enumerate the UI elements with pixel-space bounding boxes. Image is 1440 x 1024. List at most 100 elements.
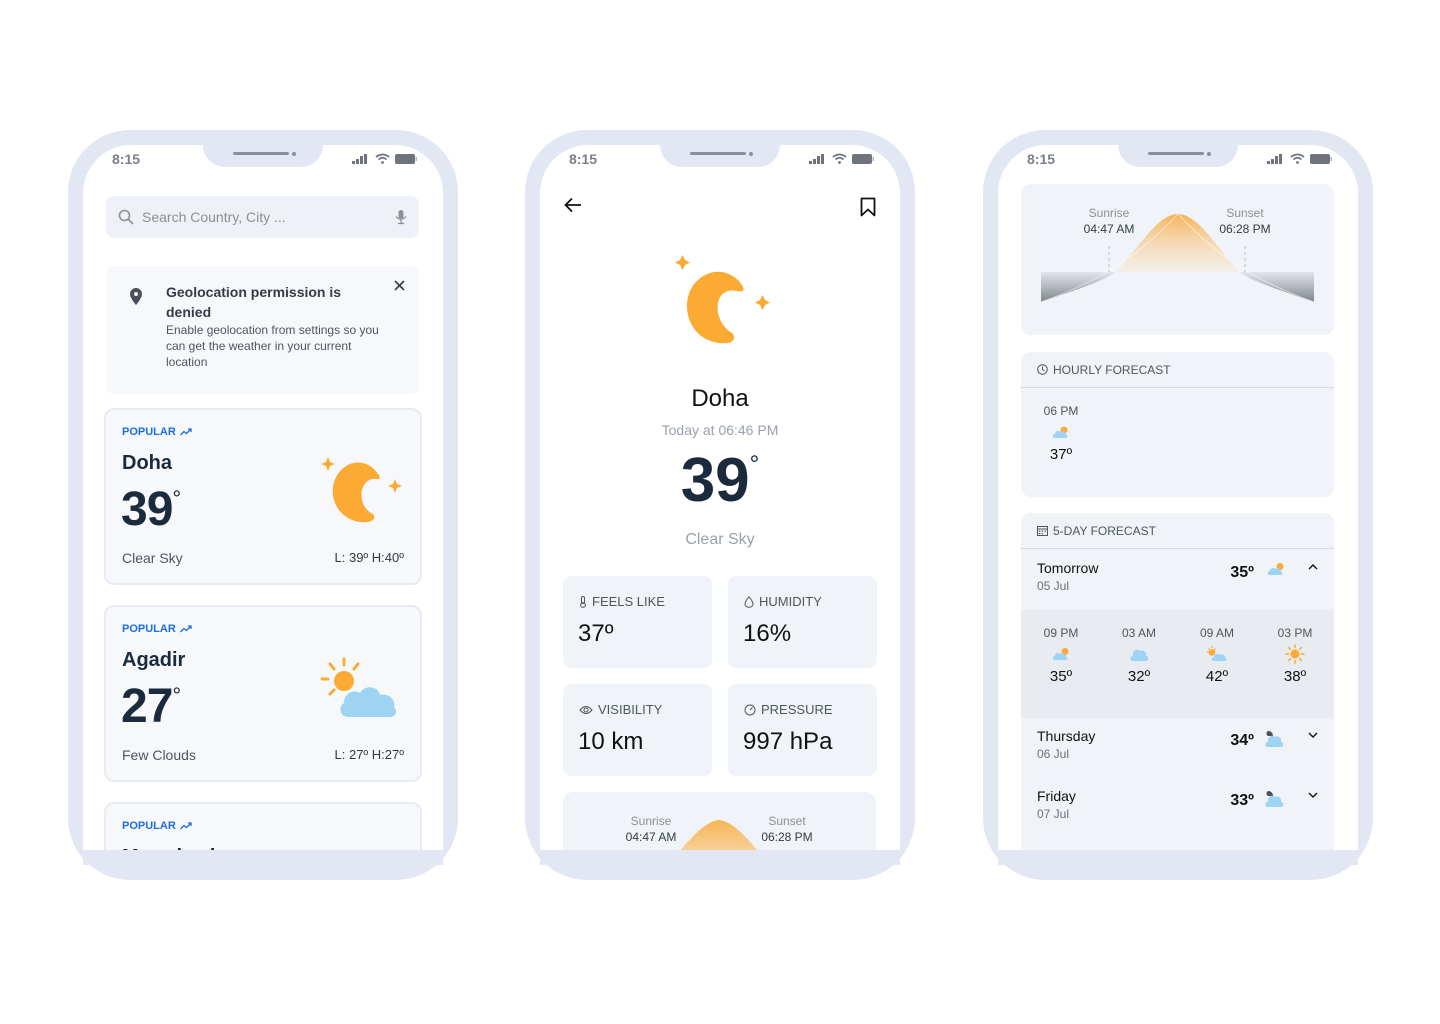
sunrise-label: Sunrise 04:47 AM bbox=[625, 814, 677, 844]
notch bbox=[203, 145, 323, 167]
day-row-friday[interactable]: Friday 07 Jul 33º bbox=[1021, 778, 1334, 836]
city-name: Doha bbox=[122, 452, 172, 474]
chevron-up-icon[interactable] bbox=[1308, 564, 1318, 570]
status-icons bbox=[809, 153, 874, 164]
search-bar[interactable] bbox=[106, 196, 419, 238]
geolocation-notice: Geolocation permission is denied Enable … bbox=[106, 266, 419, 394]
trending-up-icon bbox=[179, 625, 192, 633]
sunset-label: Sunset 06:28 PM bbox=[761, 814, 813, 844]
moon-stars-icon bbox=[321, 457, 402, 523]
hourly-item: 06 PM 37º bbox=[1043, 404, 1079, 463]
phone-search-screen: 8:15 Geolocation permission is denied En… bbox=[68, 130, 458, 880]
stat-humidity: HUMIDITY 16% bbox=[728, 576, 877, 668]
thermometer-icon bbox=[580, 595, 586, 608]
sun-arc-chart bbox=[1040, 213, 1315, 303]
stat-pressure: PRESSURE 997 hPa bbox=[728, 684, 877, 776]
trending-up-icon bbox=[179, 822, 192, 830]
droplet-icon bbox=[744, 595, 754, 608]
popular-badge: POPULAR bbox=[122, 426, 192, 438]
city-low-high: L: 27º H:27º bbox=[334, 747, 404, 762]
close-icon[interactable] bbox=[394, 280, 405, 291]
city-card-doha[interactable]: POPULAR Doha 39° Clear Sky L: 39º H:40º bbox=[104, 408, 422, 585]
moon-stars-icon bbox=[675, 255, 770, 344]
expanded-hours: 09 PM 35º 03 AM 32º 09 AM 42º 03 PM 38º bbox=[1021, 610, 1334, 718]
status-icons bbox=[1267, 153, 1332, 164]
detail-temp: 39° bbox=[680, 446, 760, 515]
sun-icon bbox=[1285, 644, 1305, 664]
city-card-agadir[interactable]: POPULAR Agadir 27° Few Clouds L: 27º H:2… bbox=[104, 605, 422, 782]
search-input[interactable] bbox=[142, 209, 395, 225]
expanded-hour-item: 03 AM 32º bbox=[1121, 626, 1157, 685]
bookmark-icon[interactable] bbox=[860, 197, 876, 217]
stat-feels-like: FEELS LIKE 37º bbox=[563, 576, 712, 668]
cloud-sun-small-icon bbox=[1267, 563, 1284, 575]
city-condition: Clear Sky bbox=[122, 550, 183, 566]
hourly-forecast-header: HOURLY FORECAST bbox=[1021, 352, 1334, 388]
notch bbox=[1118, 145, 1238, 167]
cloud-night-icon bbox=[1265, 731, 1284, 747]
cloud-icon bbox=[1130, 649, 1149, 661]
detail-time: Today at 06:46 PM bbox=[661, 422, 779, 438]
phone-detail-screen: 8:15 Doha Today at 06:46 PM 39° Clear Sk… bbox=[525, 130, 915, 880]
gauge-icon bbox=[744, 704, 756, 715]
battery-icon bbox=[395, 153, 417, 164]
city-name: Agadir bbox=[122, 649, 186, 671]
phone-forecast-screen: 8:15 Sunrise 04:47 AM Sunset 06:28 PM HO… bbox=[983, 130, 1373, 880]
cloud-sun-small-icon bbox=[1052, 648, 1069, 660]
battery-icon bbox=[852, 153, 874, 164]
cloud-night-icon bbox=[1265, 791, 1284, 807]
sun-cloud-icon bbox=[320, 657, 397, 717]
popular-badge: POPULAR bbox=[122, 820, 192, 832]
screen: 8:15 Sunrise 04:47 AM Sunset 06:28 PM HO… bbox=[998, 145, 1358, 865]
location-pin-icon bbox=[130, 288, 142, 305]
frame-bottom bbox=[83, 850, 443, 865]
calendar-icon bbox=[1037, 526, 1048, 536]
popular-badge: POPULAR bbox=[122, 623, 192, 635]
microphone-icon[interactable] bbox=[395, 209, 407, 225]
sunset-label: Sunset 06:28 PM bbox=[1219, 206, 1271, 236]
status-time: 8:15 bbox=[1027, 151, 1056, 167]
search-icon bbox=[118, 209, 134, 225]
day-row-thursday[interactable]: Thursday 06 Jul 34º bbox=[1021, 718, 1334, 776]
chevron-down-icon[interactable] bbox=[1308, 792, 1318, 798]
sun-card: Sunrise 04:47 AM Sunset 06:28 PM bbox=[1021, 184, 1334, 335]
geolocation-message: Enable geolocation from settings so you … bbox=[166, 323, 379, 369]
cloud-sun-small-icon bbox=[1052, 426, 1068, 438]
expanded-hour-item: 09 AM 42º bbox=[1199, 626, 1235, 685]
city-condition: Few Clouds bbox=[122, 747, 196, 763]
screen: 8:15 Doha Today at 06:46 PM 39° Clear Sk… bbox=[540, 145, 900, 865]
city-temp: 39° bbox=[121, 483, 181, 536]
day-row-tomorrow[interactable]: Tomorrow 05 Jul 35º bbox=[1021, 550, 1334, 608]
stat-visibility: VISIBILITY 10 km bbox=[563, 684, 712, 776]
city-temp: 27° bbox=[121, 680, 181, 733]
frame-bottom bbox=[998, 850, 1358, 865]
status-time: 8:15 bbox=[569, 151, 598, 167]
wifi-icon bbox=[832, 153, 847, 164]
city-low-high: L: 39º H:40º bbox=[334, 550, 404, 565]
signal-icon bbox=[352, 153, 367, 164]
battery-icon bbox=[1310, 153, 1332, 164]
five-day-forecast-panel: 5-DAY FORECAST Tomorrow 05 Jul 35º 09 PM… bbox=[1021, 513, 1334, 865]
detail-city: Doha bbox=[691, 385, 749, 412]
chevron-down-icon[interactable] bbox=[1308, 732, 1318, 738]
trending-up-icon bbox=[179, 428, 192, 436]
expanded-hour-item: 03 PM 38º bbox=[1277, 626, 1313, 685]
signal-icon bbox=[1267, 153, 1282, 164]
eye-icon bbox=[579, 705, 593, 714]
wifi-icon bbox=[375, 153, 390, 164]
geolocation-title: Geolocation permission is denied bbox=[166, 284, 342, 320]
five-day-forecast-header: 5-DAY FORECAST bbox=[1021, 513, 1334, 549]
back-arrow-icon[interactable] bbox=[564, 197, 582, 213]
status-time: 8:15 bbox=[112, 151, 141, 167]
notch bbox=[660, 145, 780, 167]
screen: 8:15 Geolocation permission is denied En… bbox=[83, 145, 443, 865]
clock-icon bbox=[1037, 364, 1048, 375]
wifi-icon bbox=[1290, 153, 1305, 164]
signal-icon bbox=[809, 153, 824, 164]
sunrise-label: Sunrise 04:47 AM bbox=[1083, 206, 1135, 236]
expanded-hour-item: 09 PM 35º bbox=[1043, 626, 1079, 685]
status-icons bbox=[352, 153, 417, 164]
hourly-forecast-panel: HOURLY FORECAST 06 PM 37º bbox=[1021, 352, 1334, 497]
frame-bottom bbox=[540, 850, 900, 865]
sun-cloud-small-icon bbox=[1207, 646, 1227, 661]
